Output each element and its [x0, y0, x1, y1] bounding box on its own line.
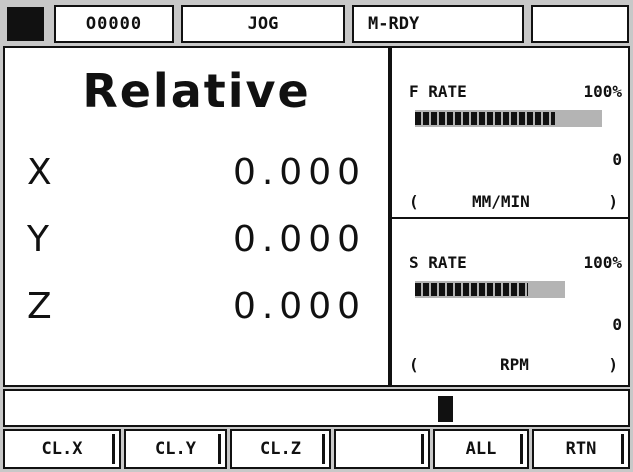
position-title: Relative — [82, 64, 311, 118]
spindle-unit: RPM — [500, 355, 529, 374]
machine-state-text: M-RDY — [368, 14, 420, 34]
feed-rate-label: F RATE — [409, 82, 467, 101]
axis-row-x: X 0.000 — [27, 152, 366, 202]
feed-override-gauge — [415, 110, 602, 127]
axis-value-x: 0.000 — [232, 152, 366, 193]
feed-override-fill — [415, 112, 556, 125]
axis-label-y: Y — [27, 219, 49, 260]
softkey-clear-x[interactable]: CL.X — [3, 429, 121, 469]
key-input-line[interactable] — [3, 389, 630, 427]
feed-unit: MM/MIN — [472, 192, 530, 211]
feed-unit-close: ) — [608, 192, 618, 211]
axis-row-z: Z 0.000 — [27, 286, 366, 336]
feed-actual-value: 0 — [612, 150, 622, 169]
mode-indicator: JOG — [181, 5, 345, 43]
input-cursor — [438, 396, 453, 422]
spindle-override-fill — [415, 283, 528, 296]
program-number-text: O0000 — [85, 14, 143, 34]
spindle-rate-percent: 100% — [583, 253, 622, 272]
axis-value-z: 0.000 — [232, 286, 366, 327]
feed-rate-percent: 100% — [583, 82, 622, 101]
status-extra — [531, 5, 629, 43]
axis-label-z: Z — [27, 286, 52, 327]
axis-row-y: Y 0.000 — [27, 219, 366, 269]
spindle-actual-value: 0 — [612, 315, 622, 334]
spindle-override-gauge — [415, 281, 565, 298]
softkey-all[interactable]: ALL — [433, 429, 529, 469]
softkey-blank[interactable] — [334, 429, 430, 469]
softkey-clear-y[interactable]: CL.Y — [124, 429, 227, 469]
mode-text: JOG — [247, 14, 279, 34]
machine-state: M-RDY — [352, 5, 524, 43]
axis-label-x: X — [27, 152, 52, 193]
spindle-unit-close: ) — [608, 355, 618, 374]
program-number: O0000 — [54, 5, 174, 43]
feed-rate-panel: F RATE 100% 0 ( MM/MIN ) — [390, 46, 630, 219]
spindle-unit-open: ( — [409, 355, 419, 374]
spindle-rate-label: S RATE — [409, 253, 467, 272]
axis-value-y: 0.000 — [232, 219, 366, 260]
softkey-clear-z[interactable]: CL.Z — [230, 429, 331, 469]
feed-unit-open: ( — [409, 192, 419, 211]
status-indicator-block — [7, 7, 44, 41]
spindle-rate-panel: S RATE 100% 0 ( RPM ) — [390, 217, 630, 387]
softkey-return[interactable]: RTN — [532, 429, 630, 469]
position-panel: Relative X 0.000 Y 0.000 Z 0.000 — [3, 46, 390, 387]
